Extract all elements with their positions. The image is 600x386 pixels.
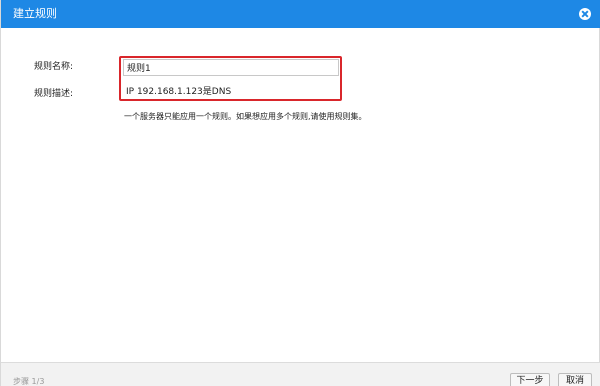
rule-hint-text: 一个服务器只能应用一个规则。如果想应用多个规则,请使用规则集。 <box>124 112 367 121</box>
rule-description-input[interactable] <box>123 82 339 98</box>
rule-description-label: 规则描述: <box>34 89 74 99</box>
cancel-button[interactable]: 取消 <box>558 373 592 386</box>
rule-name-label: 规则名称: <box>34 62 74 72</box>
dialog-titlebar: 建立规则 <box>1 0 600 28</box>
next-button[interactable]: 下一步 <box>510 373 550 386</box>
rule-name-input[interactable] <box>123 59 339 76</box>
step-indicator: 步骤 1/3 <box>13 377 45 386</box>
dialog-title: 建立规则 <box>13 7 57 20</box>
create-rule-dialog: 建立规则 规则名称: 规则描述: 一个服务器只能应用一个规则。如果想应用多个规则… <box>0 0 600 386</box>
close-icon[interactable] <box>579 8 591 20</box>
